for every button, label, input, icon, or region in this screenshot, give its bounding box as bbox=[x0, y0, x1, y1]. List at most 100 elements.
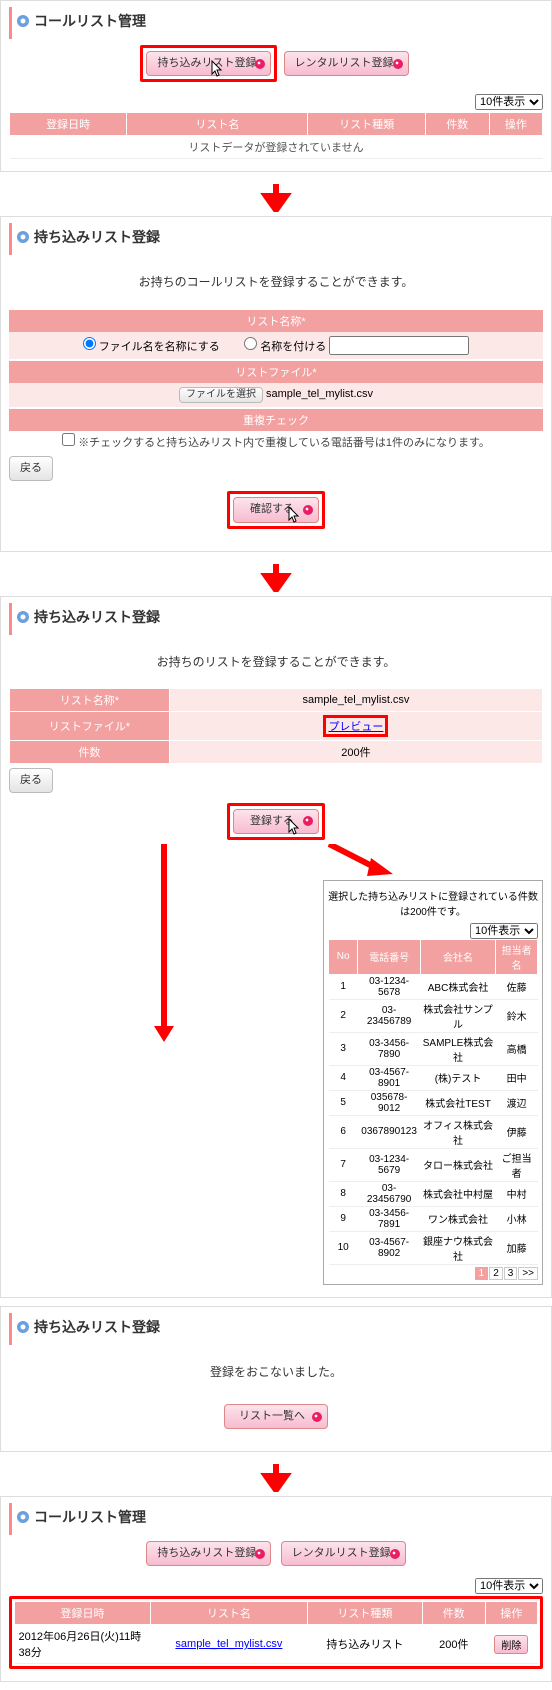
preview-row: 303-3456-7890SAMPLE株式会社高橋 bbox=[329, 1032, 538, 1065]
preview-row: 803-23456790株式会社中村屋中村 bbox=[329, 1181, 538, 1206]
tolist-row: リスト一覧へ bbox=[9, 1398, 543, 1439]
preview-cell: 伊藤 bbox=[496, 1115, 538, 1148]
preview-row: 1003-4567-8902銀座ナウ株式会社加藤 bbox=[329, 1231, 538, 1264]
preview-cell: 9 bbox=[329, 1206, 358, 1231]
preview-cell: 0367890123 bbox=[358, 1115, 421, 1148]
preview-cell: 株式会社TEST bbox=[420, 1090, 495, 1115]
rental-list-button[interactable]: レンタルリスト登録 bbox=[281, 1541, 406, 1566]
dup-note: ※チェックすると持ち込みリスト内で重複している電話番号は1件のみになります。 bbox=[78, 437, 490, 449]
pv-col-co: 会社名 bbox=[420, 939, 495, 974]
preview-cell: 4 bbox=[329, 1065, 358, 1090]
cell-op: 削除 bbox=[485, 1625, 537, 1664]
title-icon bbox=[16, 14, 30, 28]
preview-cell: ABC株式会社 bbox=[420, 974, 495, 999]
preview-cell: 小林 bbox=[496, 1206, 538, 1231]
title-icon bbox=[16, 1510, 30, 1524]
table-header-row: 登録日時 リスト名 リスト種類 件数 操作 bbox=[10, 113, 543, 136]
preview-header-row: No 電話番号 会社名 担当者名 bbox=[329, 939, 538, 974]
flow-arrow-1 bbox=[0, 180, 552, 216]
preview-row: 60367890123オフィス株式会社伊藤 bbox=[329, 1115, 538, 1148]
col-date: 登録日時 bbox=[10, 113, 127, 136]
preview-cell: 03-1234-5678 bbox=[358, 974, 421, 999]
preview-pagesize-select[interactable]: 10件表示 bbox=[470, 923, 538, 939]
pv-col-tel: 電話番号 bbox=[358, 939, 421, 974]
choose-file-button[interactable]: ファイルを選択 bbox=[179, 387, 263, 403]
preview-link[interactable]: プレビュー bbox=[328, 721, 383, 733]
page-title: 持ち込みリスト登録 bbox=[9, 603, 543, 635]
preview-row: 103-1234-5678ABC株式会社佐藤 bbox=[329, 974, 538, 999]
delete-button[interactable]: 削除 bbox=[494, 1635, 528, 1654]
flow-arrow-2 bbox=[0, 560, 552, 596]
list-table: 登録日時 リスト名 リスト種類 件数 操作 2012年06月26日(火)11時3… bbox=[14, 1601, 538, 1664]
page-1[interactable]: 1 bbox=[475, 1267, 489, 1280]
title-text: 持ち込みリスト登録 bbox=[34, 1317, 160, 1337]
page-2[interactable]: 2 bbox=[489, 1267, 503, 1280]
preview-popup: 選択した持ち込みリストに登録されている件数は200件です。 10件表示 No 電… bbox=[323, 880, 543, 1285]
row-file-label: リストファイル* bbox=[10, 711, 170, 740]
listname-input[interactable] bbox=[329, 336, 469, 355]
rename-radio[interactable]: 名称を付ける bbox=[244, 341, 326, 353]
title-icon bbox=[16, 610, 30, 624]
pagesize-select[interactable]: 10件表示 bbox=[475, 1578, 543, 1594]
col-op: 操作 bbox=[489, 113, 542, 136]
preview-row: 203-23456789株式会社サンプル鈴木 bbox=[329, 999, 538, 1032]
preview-cell: 銀座ナウ株式会社 bbox=[420, 1231, 495, 1264]
name-option-row: ファイル名を名称にする 名称を付ける bbox=[9, 332, 543, 359]
table-header-row: 登録日時 リスト名 リスト種類 件数 操作 bbox=[15, 1602, 538, 1625]
preview-row: 703-1234-5679タロー株式会社ご担当者 bbox=[329, 1148, 538, 1181]
title-text: 持ち込みリスト登録 bbox=[34, 607, 160, 627]
page-title: 持ち込みリスト登録 bbox=[9, 1313, 543, 1345]
back-button[interactable]: 戻る bbox=[9, 456, 53, 481]
list-name-link[interactable]: sample_tel_mylist.csv bbox=[175, 1638, 282, 1650]
pagesize-row: 10件表示 bbox=[9, 1576, 543, 1596]
preview-cell: 03-4567-8901 bbox=[358, 1065, 421, 1090]
flow-right-col: 選択した持ち込みリストに登録されている件数は200件です。 10件表示 No 電… bbox=[323, 844, 543, 1285]
back-row: 戻る bbox=[9, 764, 543, 797]
title-text: 持ち込みリスト登録 bbox=[34, 227, 160, 247]
title-icon bbox=[16, 230, 30, 244]
preview-cell: 03-23456790 bbox=[358, 1181, 421, 1206]
dup-checkbox[interactable] bbox=[62, 433, 75, 446]
confirm-row: 確認する bbox=[9, 485, 543, 538]
table-highlight: 登録日時 リスト名 リスト種類 件数 操作 2012年06月26日(火)11時3… bbox=[9, 1596, 543, 1669]
flow-split: 選択した持ち込みリストに登録されている件数は200件です。 10件表示 No 電… bbox=[9, 844, 543, 1285]
done-msg: 登録をおこないました。 bbox=[9, 1345, 543, 1398]
page-next[interactable]: >> bbox=[518, 1267, 538, 1280]
row-name-label: リスト名称* bbox=[10, 688, 170, 711]
title-text: コールリスト管理 bbox=[34, 1507, 146, 1527]
button-row: 持ち込みリスト登録 レンタルリスト登録 bbox=[9, 1535, 543, 1576]
submit-highlight: 登録する bbox=[227, 803, 325, 840]
preview-cell: 加藤 bbox=[496, 1231, 538, 1264]
col-type: リスト種類 bbox=[308, 113, 425, 136]
cell-name: sample_tel_mylist.csv bbox=[150, 1625, 307, 1664]
import-list-button[interactable]: 持ち込みリスト登録 bbox=[146, 51, 271, 76]
preview-pager: 123>> bbox=[328, 1265, 538, 1280]
back-row: 戻る bbox=[9, 452, 543, 485]
confirm-button[interactable]: 確認する bbox=[233, 497, 319, 522]
cell-count: 200件 bbox=[422, 1625, 485, 1664]
preview-cell: オフィス株式会社 bbox=[420, 1115, 495, 1148]
col-date: 登録日時 bbox=[15, 1602, 151, 1625]
use-filename-radio[interactable]: ファイル名を名称にする bbox=[83, 341, 220, 353]
preview-cell: 鈴木 bbox=[496, 999, 538, 1032]
to-list-button[interactable]: リスト一覧へ bbox=[224, 1404, 328, 1429]
col-count: 件数 bbox=[425, 113, 489, 136]
row-file-cell: プレビュー bbox=[169, 711, 542, 740]
confirm-highlight: 確認する bbox=[227, 491, 325, 528]
back-button[interactable]: 戻る bbox=[9, 768, 53, 793]
preview-cell: 田中 bbox=[496, 1065, 538, 1090]
preview-cell: 高橋 bbox=[496, 1032, 538, 1065]
preview-cell: 株式会社中村屋 bbox=[420, 1181, 495, 1206]
preview-cell: 6 bbox=[329, 1115, 358, 1148]
preview-cell: 5 bbox=[329, 1090, 358, 1115]
preview-cell: (株)テスト bbox=[420, 1065, 495, 1090]
preview-cell: タロー株式会社 bbox=[420, 1148, 495, 1181]
pagesize-select[interactable]: 10件表示 bbox=[475, 94, 543, 110]
rental-list-button[interactable]: レンタルリスト登録 bbox=[284, 51, 409, 76]
import-list-button[interactable]: 持ち込みリスト登録 bbox=[146, 1541, 271, 1566]
preview-cell: 03-3456-7890 bbox=[358, 1032, 421, 1065]
preview-cell: 佐藤 bbox=[496, 974, 538, 999]
preview-row: 403-4567-8901(株)テスト田中 bbox=[329, 1065, 538, 1090]
page-3[interactable]: 3 bbox=[504, 1267, 518, 1280]
submit-button[interactable]: 登録する bbox=[233, 809, 319, 834]
